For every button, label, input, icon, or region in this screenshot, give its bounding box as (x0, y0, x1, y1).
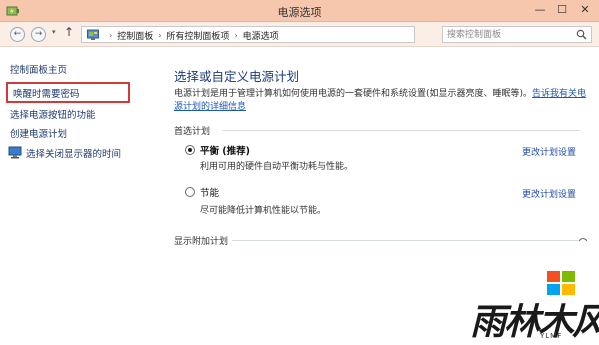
watermark-text: 雨林木风 (470, 301, 599, 343)
breadcrumb-control-panel[interactable]: 控制面板 (117, 29, 153, 42)
description-text: 电源计划是用于管理计算机如何使用电源的一套硬件和系统设置(如显示器亮度、睡眠等)… (174, 89, 533, 99)
breadcrumb: › 控制面板 › 所有控制面板项 › 电源选项 (104, 29, 279, 42)
breadcrumb-all-items[interactable]: 所有控制面板项 (166, 29, 229, 42)
breadcrumb-power-options[interactable]: 电源选项 (243, 29, 279, 42)
plan-balanced-radio[interactable] (185, 145, 195, 155)
forward-button[interactable]: → (31, 27, 46, 42)
page-title: 选择或自定义电源计划 (174, 69, 300, 84)
plan-balanced-description: 利用可用的硬件自动平衡功耗与性能。 (200, 162, 354, 172)
show-additional-plans-heading[interactable]: 显示附加计划 (174, 234, 228, 247)
task-pane: 控制面板主页 唤醒时需要密码 选择电源按钮的功能 创建电源计划 选择关闭显示器的… (0, 48, 150, 345)
navigation-bar: ← → ▾ ↑ › 控制面板 › 所有控制面板项 › 电源选项 ▾ ↻ (0, 22, 599, 47)
plan-power-saver-radio[interactable] (185, 187, 195, 197)
breadcrumb-separator: › (234, 31, 238, 40)
maximize-button[interactable]: ☐ (554, 3, 570, 17)
plan-power-saver-description: 尽可能降低计算机性能以节能。 (200, 206, 327, 216)
sidebar-item-create-plan[interactable]: 创建电源计划 (10, 126, 67, 140)
breadcrumb-separator: › (109, 31, 113, 40)
control-panel-icon (87, 29, 99, 40)
search-box[interactable] (442, 26, 592, 43)
divider (222, 130, 580, 131)
change-plan-settings-link-balanced[interactable]: 更改计划设置 (522, 145, 576, 158)
search-icon[interactable] (576, 29, 587, 40)
sidebar-item-home[interactable]: 控制面板主页 (10, 62, 67, 76)
monitor-icon (8, 146, 22, 159)
title-bar: 电源选项 — ☐ ✕ (0, 0, 599, 22)
watermark-subtext: YLMF (540, 332, 563, 340)
close-button[interactable]: ✕ (577, 3, 593, 17)
window-title: 电源选项 (277, 6, 322, 19)
plan-power-saver-label[interactable]: 节能 (200, 185, 219, 199)
preferred-plans-heading: 首选计划 (174, 127, 211, 137)
divider (232, 240, 578, 241)
plan-balanced-label[interactable]: 平衡 (推荐) (200, 143, 250, 157)
recent-locations-dropdown[interactable]: ▾ (52, 28, 56, 36)
up-button[interactable]: ↑ (64, 25, 74, 39)
page-description: 电源计划是用于管理计算机如何使用电源的一套硬件和系统设置(如显示器亮度、睡眠等)… (174, 88, 594, 114)
change-plan-settings-link-power-saver[interactable]: 更改计划设置 (522, 187, 576, 200)
back-button[interactable]: ← (10, 27, 25, 42)
address-bar[interactable]: › 控制面板 › 所有控制面板项 › 电源选项 ▾ ↻ (81, 26, 489, 43)
search-input[interactable] (447, 28, 565, 41)
minimize-button[interactable]: — (532, 3, 548, 17)
sidebar-item-require-password[interactable]: 唤醒时需要密码 (13, 86, 80, 100)
sidebar-item-power-buttons[interactable]: 选择电源按钮的功能 (10, 107, 96, 121)
breadcrumb-separator: › (158, 31, 162, 40)
sidebar-item-display-off-time[interactable]: 选择关闭显示器的时间 (26, 146, 121, 160)
expand-chevron-icon[interactable] (578, 234, 588, 244)
